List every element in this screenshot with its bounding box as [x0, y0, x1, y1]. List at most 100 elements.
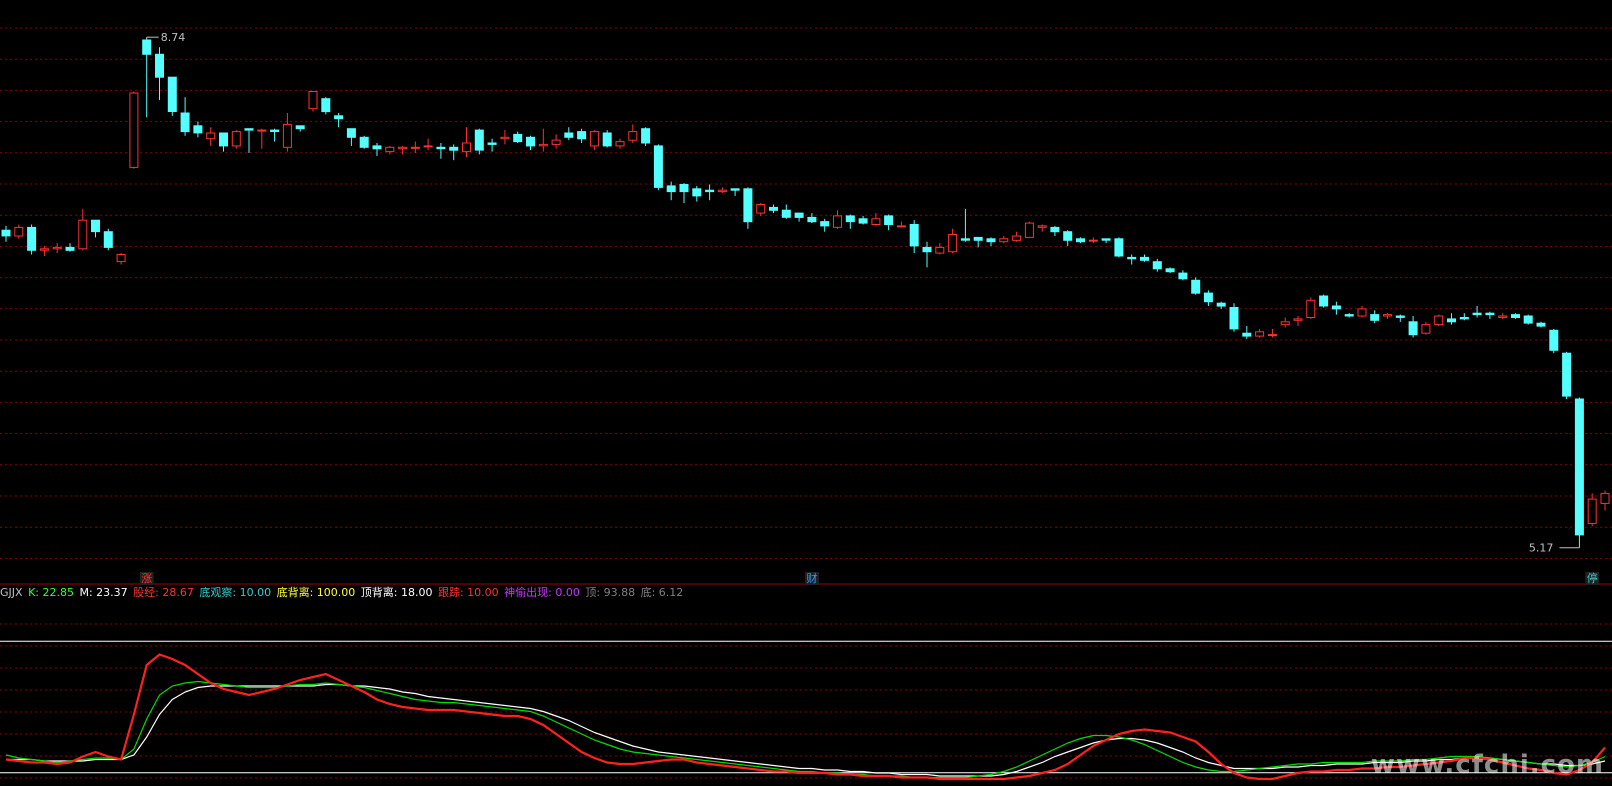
candle-body — [1331, 305, 1341, 310]
candle-body — [244, 128, 254, 131]
candle-body — [1024, 222, 1034, 238]
candle-body — [385, 146, 395, 153]
low-price-label: 5.17 — [1529, 542, 1554, 555]
indicator-legend-item: K: 22.85 — [28, 586, 74, 599]
candle-body — [1191, 279, 1201, 294]
event-marker-label: 停 — [1587, 571, 1598, 585]
candle-body — [1152, 261, 1162, 270]
candle-body — [615, 141, 625, 147]
indicator-legend-item: 跟踪: 10.00 — [434, 586, 499, 599]
candle-body — [871, 218, 881, 226]
candle-body — [602, 132, 612, 147]
candle-body — [1076, 238, 1085, 243]
candle-body — [909, 224, 919, 247]
guzheng-line — [5, 653, 1606, 781]
candle-body — [1511, 314, 1520, 319]
candle-body — [666, 185, 676, 193]
candle-body — [692, 188, 702, 197]
candle-body — [167, 76, 177, 112]
candle-body — [794, 212, 804, 218]
candle-body — [436, 146, 446, 150]
indicator-legend-item: 股经: 28.67 — [129, 586, 194, 599]
candle-body — [1140, 256, 1149, 261]
candle-body — [1267, 334, 1277, 337]
candle-body — [935, 246, 945, 254]
candle-body — [1101, 238, 1111, 241]
candle-body — [14, 226, 24, 237]
candle-body — [410, 146, 420, 149]
candle-body — [551, 139, 561, 145]
candle-body — [653, 145, 663, 188]
candle-body — [65, 246, 75, 251]
candle-body — [948, 234, 958, 253]
candle-body — [577, 131, 587, 140]
candle-body — [1383, 314, 1392, 317]
indicator-legend-item: M: 23.37 — [75, 586, 128, 599]
candle-body — [193, 125, 203, 134]
candle-body — [282, 123, 292, 148]
candle-body — [142, 39, 152, 55]
candle-body — [206, 132, 216, 140]
candle-body — [1229, 307, 1239, 330]
candle-body — [1203, 292, 1213, 303]
candle-body — [1037, 225, 1047, 228]
candle-body — [474, 129, 484, 151]
candle-body — [1178, 272, 1188, 280]
stock-chart: 8.74 5.17 涨 财 停 — [0, 27, 1612, 781]
candle-body — [1408, 321, 1418, 336]
candle-body — [1216, 302, 1226, 307]
candle-body — [679, 184, 689, 193]
candle-body — [1242, 332, 1252, 337]
candle-body — [346, 128, 356, 138]
candle-body — [359, 136, 369, 148]
candle-body — [833, 215, 842, 228]
candle-body — [449, 146, 459, 151]
candle-body — [1600, 492, 1610, 504]
candle-body — [1574, 398, 1584, 536]
candle-body — [52, 246, 62, 250]
candle-body — [769, 206, 778, 211]
candle-body — [1012, 235, 1022, 241]
candle-body — [922, 246, 932, 253]
candle-body — [270, 129, 280, 133]
candle-body — [705, 189, 715, 193]
candle-body — [641, 128, 651, 144]
candle-body — [807, 216, 817, 223]
watermark: www.cfchi.com — [1370, 750, 1604, 780]
candle-body — [1536, 322, 1546, 327]
candle-body — [986, 238, 996, 243]
candle-body — [1485, 312, 1495, 316]
candle-body — [257, 129, 267, 132]
candle-body — [321, 98, 331, 113]
candle-body — [487, 142, 497, 145]
candle-body — [1587, 498, 1597, 524]
candle-body — [1293, 318, 1303, 321]
candle-body — [1472, 312, 1482, 316]
high-price-label: 8.74 — [161, 31, 186, 44]
candle-body — [1306, 299, 1316, 318]
candle-body — [1447, 318, 1456, 323]
candle-body — [1549, 329, 1559, 351]
candle-body — [564, 132, 574, 138]
candle-body — [589, 131, 599, 147]
candle-body — [129, 92, 139, 168]
candle-body — [743, 188, 753, 223]
candle-body — [1523, 315, 1533, 324]
candle-body — [116, 254, 126, 263]
indicator-legend-item: 顶: 93.88 — [581, 586, 636, 599]
indicator-legend-item: 底观察: 10.00 — [195, 586, 272, 599]
candle-body — [884, 215, 894, 225]
candle-body — [1344, 314, 1354, 317]
candle-body — [334, 115, 344, 120]
candle-body — [999, 238, 1009, 243]
candle-body — [372, 145, 382, 150]
candle-body — [896, 225, 906, 228]
candle-body — [756, 204, 766, 214]
candle-body — [39, 248, 49, 251]
candle-body — [526, 136, 535, 147]
candle-body — [845, 215, 855, 223]
candle-body — [1498, 315, 1508, 318]
candle-body — [1459, 317, 1469, 320]
event-marker-label: 涨 — [141, 572, 152, 585]
candle-body — [423, 145, 433, 148]
